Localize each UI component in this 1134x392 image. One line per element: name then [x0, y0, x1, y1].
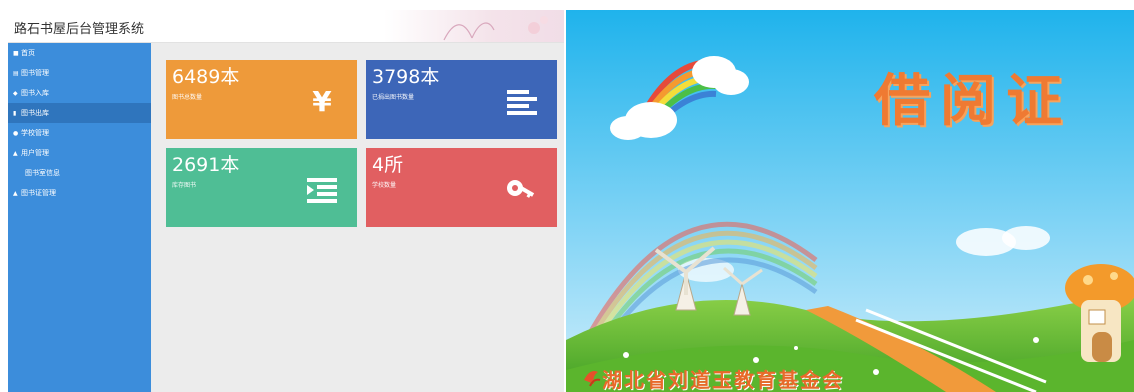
stat-value: 6489本 — [172, 66, 240, 88]
foundation-name: 湖北省刘道玉教育基金会 — [602, 368, 844, 392]
sidebar: ■ 首页 ▤ 图书管理 ◆ 图书入库 ▮ 图书出库 ● 学校管理 ▲ 用户管理 图书室信息 … — [8, 43, 151, 392]
user-icon: ▲ — [13, 190, 18, 197]
sidebar-item-label: 图书出库 — [21, 109, 49, 117]
sidebar-item-book-in[interactable]: ◆ 图书入库 — [8, 83, 151, 103]
library-card-image: 借阅证 湖北省刘道玉教育基金会 — [566, 10, 1134, 392]
user-icon: ▲ — [13, 150, 18, 157]
sidebar-item-label: 图书入库 — [21, 89, 49, 97]
stat-value: 2691本 — [172, 154, 240, 176]
sidebar-item-user-management[interactable]: ▲ 用户管理 — [8, 143, 151, 163]
stat-card-schools[interactable]: 4所 学校数量 — [366, 148, 557, 227]
stat-card-donated-books[interactable]: 3798本 已捐出图书数量 — [366, 60, 557, 139]
stat-label: 已捐出图书数量 — [372, 94, 415, 101]
header-decoration — [384, 10, 564, 42]
admin-header: 路石书屋后台管理系统 — [8, 10, 564, 43]
sidebar-item-book-out[interactable]: ▮ 图书出库 — [8, 103, 151, 123]
svg-text:¥: ¥ — [312, 86, 332, 116]
sidebar-item-label: 学校管理 — [21, 129, 49, 137]
home-icon: ■ — [13, 50, 19, 57]
yen-icon: ¥ — [312, 86, 332, 116]
align-left-icon — [507, 90, 537, 115]
sidebar-item-label: 图书室信息 — [25, 169, 60, 177]
admin-screenshot: 路石书屋后台管理系统 ■ 首页 ▤ 图书管理 ◆ 图书入库 ▮ 图书出库 ● 学校管理 ▲… — [8, 10, 564, 392]
file-icon: ▮ — [13, 110, 17, 117]
card-title: 借阅证 — [874, 68, 1072, 134]
sidebar-item-school-management[interactable]: ● 学校管理 — [8, 123, 151, 143]
sidebar-item-card-management[interactable]: ▲ 图书证管理 — [8, 183, 151, 203]
school-icon: ● — [13, 130, 19, 137]
stat-value: 3798本 — [372, 66, 440, 88]
stat-label: 图书总数量 — [172, 94, 203, 101]
indent-icon — [307, 178, 337, 203]
stat-label: 库存图书 — [172, 182, 197, 189]
sidebar-item-library-info[interactable]: 图书室信息 — [8, 163, 151, 183]
stat-label: 学校数量 — [372, 182, 397, 189]
sidebar-item-home[interactable]: ■ 首页 — [8, 43, 151, 63]
app-title: 路石书屋后台管理系统 — [14, 22, 145, 37]
stat-value: 4所 — [372, 154, 404, 176]
import-icon: ◆ — [13, 90, 18, 97]
key-icon — [507, 180, 535, 198]
sidebar-item-book-management[interactable]: ▤ 图书管理 — [8, 63, 151, 83]
book-icon: ▤ — [13, 70, 19, 77]
sidebar-item-label: 用户管理 — [21, 149, 49, 157]
sidebar-item-label: 图书管理 — [21, 69, 49, 77]
stat-card-stock-books[interactable]: 2691本 库存图书 — [166, 148, 357, 227]
stat-card-total-books[interactable]: 6489本 图书总数量 ¥ — [166, 60, 357, 139]
sidebar-item-label: 首页 — [21, 49, 35, 57]
sidebar-item-label: 图书证管理 — [21, 189, 56, 197]
dashboard-content: 6489本 图书总数量 ¥ 3798本 已捐出图书数量 2691本 库存图书 4… — [151, 43, 564, 392]
